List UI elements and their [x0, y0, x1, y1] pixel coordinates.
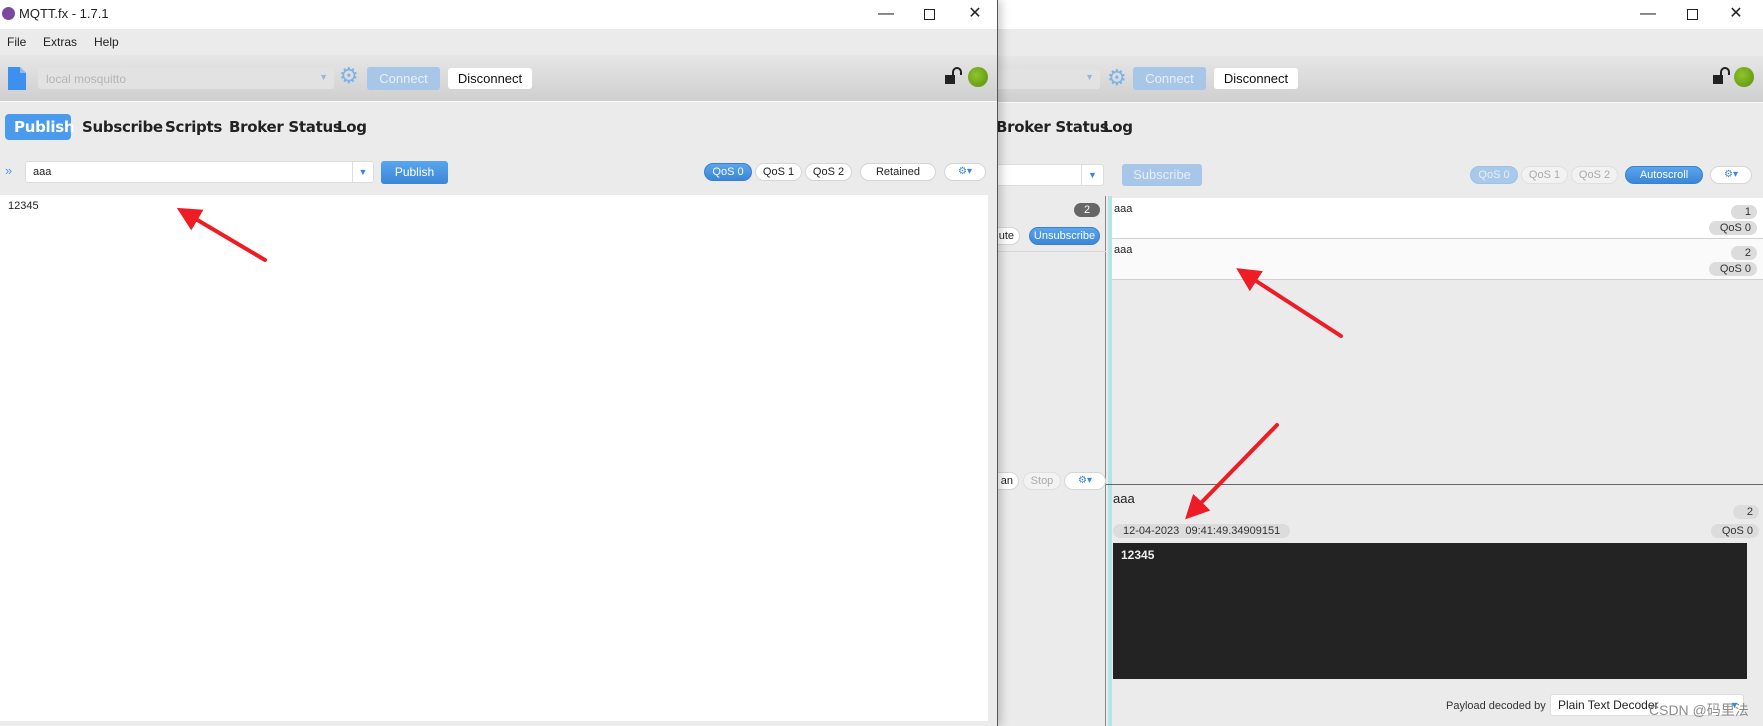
annotation-arrow — [1185, 423, 1279, 520]
annotation-arrow — [176, 207, 267, 262]
watermark: CSDN @码里法 — [1649, 702, 1749, 718]
annotation-arrow — [1236, 268, 1343, 338]
annotation-layer — [176, 207, 1343, 520]
